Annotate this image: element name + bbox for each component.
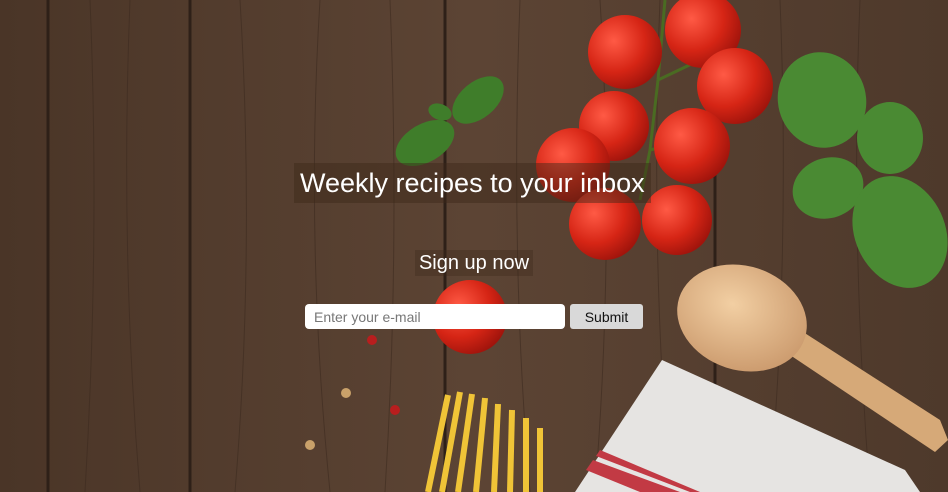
submit-button[interactable]: Submit bbox=[570, 304, 643, 329]
signup-heading: Sign up now bbox=[0, 250, 948, 276]
signup-heading-text: Sign up now bbox=[414, 250, 534, 276]
email-input[interactable] bbox=[305, 304, 565, 329]
hero-title: Weekly recipes to your inbox bbox=[294, 163, 651, 203]
kitchen-background-photo bbox=[0, 0, 948, 492]
